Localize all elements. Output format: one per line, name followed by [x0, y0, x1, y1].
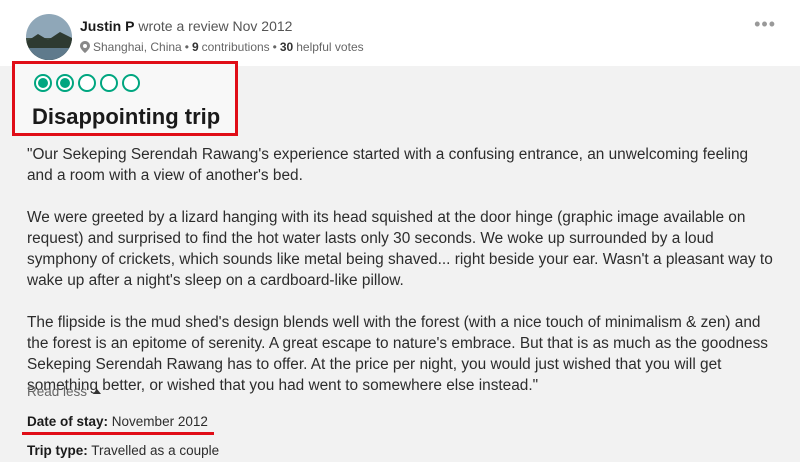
- contributions-label: contributions: [201, 40, 270, 54]
- meta-separator: •: [272, 40, 277, 54]
- review-action: wrote a review Nov 2012: [138, 18, 293, 34]
- contributions-count: 9: [191, 40, 199, 54]
- rating-bubble-filled: [56, 74, 74, 92]
- rating-bubble-empty: [122, 74, 140, 92]
- rating-bubbles: [34, 74, 140, 92]
- review-body: "Our Sekeping Serendah Rawang's experien…: [27, 144, 777, 417]
- annotation-underline: [22, 432, 214, 435]
- date-of-stay-label: Date of stay:: [27, 414, 109, 429]
- reviewer-line: Justin P wrote a review Nov 2012: [80, 18, 292, 34]
- reviewer-location: Shanghai, China: [93, 40, 182, 54]
- trip-type-value: Travelled as a couple: [91, 443, 220, 458]
- review-paragraph: We were greeted by a lizard hanging with…: [27, 209, 773, 289]
- reviewer-meta: Shanghai, China • 9 contributions • 30 h…: [80, 40, 364, 54]
- trip-type-label: Trip type:: [27, 443, 88, 458]
- review-header: Justin P wrote a review Nov 2012 Shangha…: [0, 0, 800, 66]
- meta-separator: •: [184, 40, 189, 54]
- rating-bubble-filled: [34, 74, 52, 92]
- review-card: Justin P wrote a review Nov 2012 Shangha…: [0, 0, 800, 462]
- avatar[interactable]: [26, 14, 72, 60]
- read-less-link[interactable]: Read less: [27, 384, 102, 399]
- helpful-label: helpful votes: [296, 40, 364, 54]
- more-options-icon[interactable]: •••: [754, 14, 776, 35]
- review-paragraph: The flipside is the mud shed's design bl…: [27, 314, 768, 394]
- date-of-stay-value: November 2012: [111, 414, 208, 429]
- review-paragraph: "Our Sekeping Serendah Rawang's experien…: [27, 146, 749, 184]
- trip-type: Trip type: Travelled as a couple: [27, 443, 219, 458]
- rating-bubble-empty: [100, 74, 118, 92]
- read-less-label: Read less: [27, 384, 88, 399]
- date-of-stay: Date of stay: November 2012: [27, 414, 208, 429]
- review-title[interactable]: Disappointing trip: [32, 104, 220, 130]
- location-pin-icon: [80, 41, 90, 53]
- caret-up-icon: [93, 389, 102, 394]
- rating-bubble-empty: [78, 74, 96, 92]
- reviewer-name[interactable]: Justin P: [80, 18, 134, 34]
- helpful-count: 30: [279, 40, 294, 54]
